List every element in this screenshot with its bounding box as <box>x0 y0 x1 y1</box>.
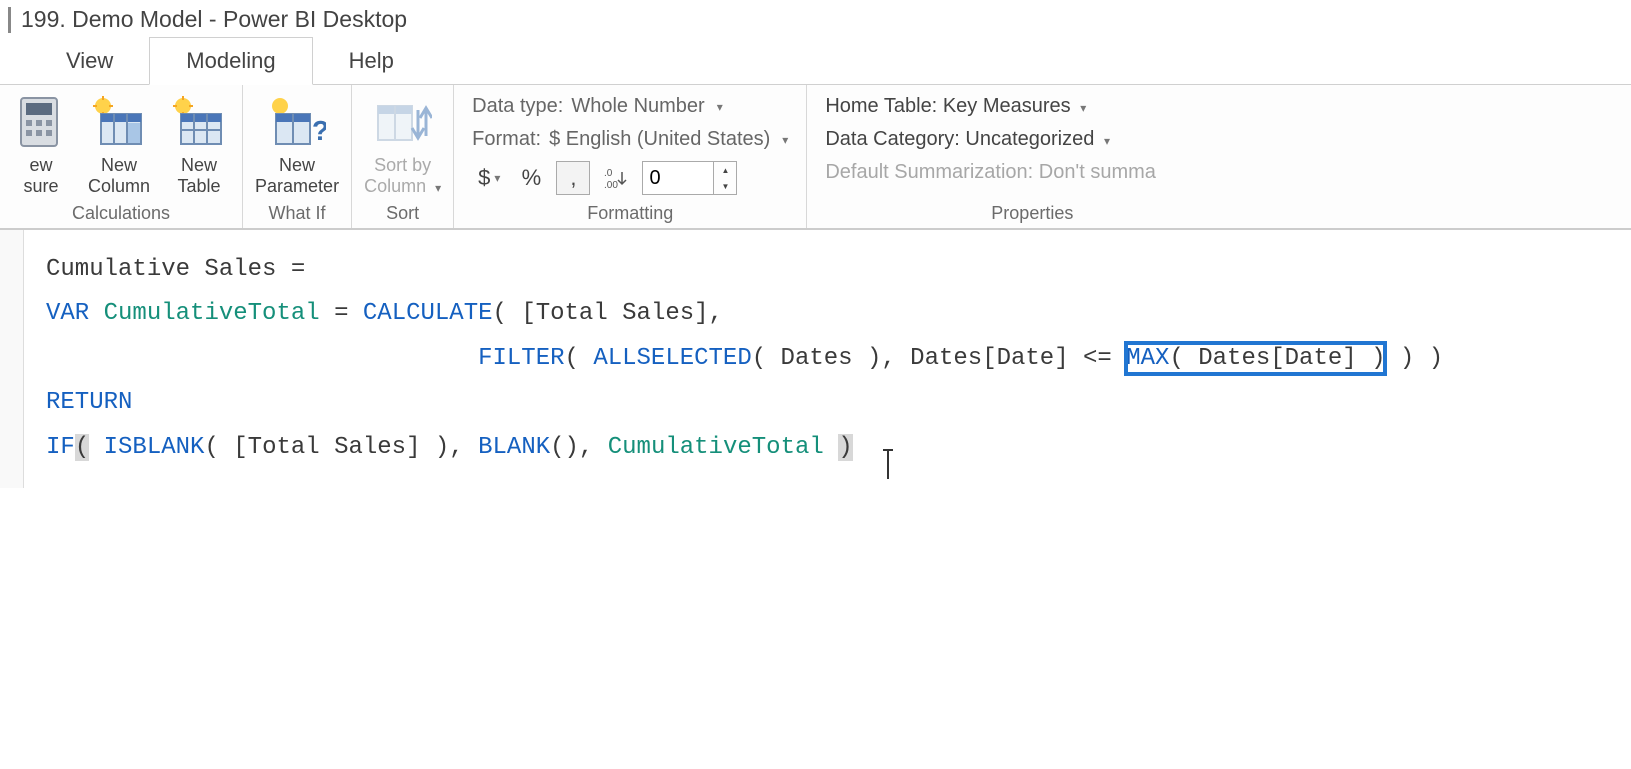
chevron-down-icon: ▾ <box>1104 134 1110 148</box>
ribbon-group-sort: Sort by Column ▾ Sort <box>352 85 454 228</box>
data-category-label: Data Category: <box>825 128 960 150</box>
group-label-sort: Sort <box>362 199 443 226</box>
home-table-label: Home Table: <box>825 95 937 117</box>
new-table-button[interactable]: New Table <box>166 91 232 198</box>
ribbon-tabs: View Modeling Help <box>0 37 1631 85</box>
f-line1: Cumulative Sales = <box>46 256 320 283</box>
chevron-down-icon: ▾ <box>1080 101 1086 115</box>
group-label-formatting: Formatting <box>464 199 796 226</box>
group-label-calculations: Calculations <box>10 199 232 226</box>
sort-by-column-label: Sort by Column ▾ <box>364 155 441 196</box>
svg-text:.00: .00 <box>604 180 618 190</box>
new-measure-button[interactable]: ew sure <box>10 91 72 198</box>
ribbon: ew sure New Column New Table Calculation… <box>0 85 1631 230</box>
decimals-input-box[interactable]: ▲ ▼ <box>642 161 737 195</box>
tab-help[interactable]: Help <box>313 38 430 84</box>
data-type-value: Whole Number <box>571 95 704 118</box>
f-calculate: CALCULATE <box>363 300 493 327</box>
data-type-label: Data type: <box>472 95 563 118</box>
sort-icon <box>374 93 432 151</box>
chevron-down-icon: ▾ <box>782 133 788 147</box>
decimals-input[interactable] <box>643 162 713 194</box>
chevron-down-icon: ▾ <box>494 171 500 185</box>
window-title: 199. Demo Model - Power BI Desktop <box>21 6 407 33</box>
f-blank: BLANK <box>478 434 550 461</box>
decimal-icon: .0.00 <box>598 161 634 195</box>
f-var: VAR <box>46 300 89 327</box>
data-category-dropdown[interactable]: Data Category: Uncategorized ▾ <box>825 128 1239 151</box>
content-area: Cumulative Sales = VAR CumulativeTotal =… <box>0 230 1631 488</box>
decimals-up[interactable]: ▲ <box>714 162 736 178</box>
title-divider <box>8 7 11 33</box>
decimals-down[interactable]: ▼ <box>714 178 736 194</box>
new-column-icon <box>90 93 148 151</box>
f-varname: CumulativeTotal <box>104 300 320 327</box>
home-table-dropdown[interactable]: Home Table: Key Measures ▾ <box>825 95 1239 118</box>
thousands-separator-button[interactable]: , <box>556 161 590 195</box>
f-return: RETURN <box>46 389 132 416</box>
f-open-paren: ( <box>75 434 89 461</box>
format-dropdown[interactable]: Format: $ English (United States) ▾ <box>472 128 788 151</box>
tab-modeling[interactable]: Modeling <box>149 37 312 85</box>
default-summarization-dropdown[interactable]: Default Summarization: Don't summa <box>825 161 1239 184</box>
default-summarization: Default Summarization: Don't summa <box>825 161 1156 183</box>
new-table-icon <box>170 93 228 151</box>
f-filter: FILTER <box>478 345 564 372</box>
data-type-dropdown[interactable]: Data type: Whole Number ▾ <box>472 95 788 118</box>
formula-bar[interactable]: Cumulative Sales = VAR CumulativeTotal =… <box>24 230 1631 488</box>
group-label-properties: Properties <box>817 199 1247 226</box>
home-table-value: Key Measures <box>943 95 1071 117</box>
data-category-value: Uncategorized <box>965 128 1094 150</box>
calculator-icon <box>12 93 70 151</box>
ribbon-group-properties: Home Table: Key Measures ▾ Data Category… <box>807 85 1257 228</box>
new-column-button[interactable]: New Column <box>86 91 152 198</box>
new-parameter-icon: ? <box>268 93 326 151</box>
f-max: MAX <box>1126 345 1169 372</box>
new-column-label: New Column <box>88 155 150 196</box>
f-close-paren: ) <box>838 434 852 461</box>
svg-text:.0: .0 <box>604 168 613 179</box>
sort-by-column-button[interactable]: Sort by Column ▾ <box>362 91 443 198</box>
format-label: Format: <box>472 128 541 151</box>
left-rail <box>0 230 24 488</box>
highlight-max: MAX( Dates[Date] ) <box>1126 343 1385 374</box>
format-value: $ English (United States) <box>549 128 770 151</box>
f-ct: CumulativeTotal <box>608 434 824 461</box>
currency-button[interactable]: $ ▾ <box>472 161 506 195</box>
svg-text:?: ? <box>312 115 326 146</box>
ribbon-group-calculations: ew sure New Column New Table Calculation… <box>0 85 243 228</box>
chevron-down-icon: ▾ <box>717 100 723 114</box>
tab-view[interactable]: View <box>30 38 149 84</box>
f-isblank: ISBLANK <box>104 434 205 461</box>
ribbon-group-whatif: ? New Parameter What If <box>243 85 352 228</box>
f-if: IF <box>46 434 75 461</box>
window-title-bar: 199. Demo Model - Power BI Desktop <box>0 0 1631 37</box>
new-measure-label: ew sure <box>23 155 58 196</box>
new-parameter-button[interactable]: ? New Parameter <box>253 91 341 198</box>
new-table-label: New Table <box>178 155 221 196</box>
f-allselected: ALLSELECTED <box>593 345 751 372</box>
percent-button[interactable]: % <box>514 161 548 195</box>
group-label-whatif: What If <box>253 199 341 226</box>
new-parameter-label: New Parameter <box>255 155 339 196</box>
ribbon-group-formatting: Data type: Whole Number ▾ Format: $ Engl… <box>454 85 807 228</box>
